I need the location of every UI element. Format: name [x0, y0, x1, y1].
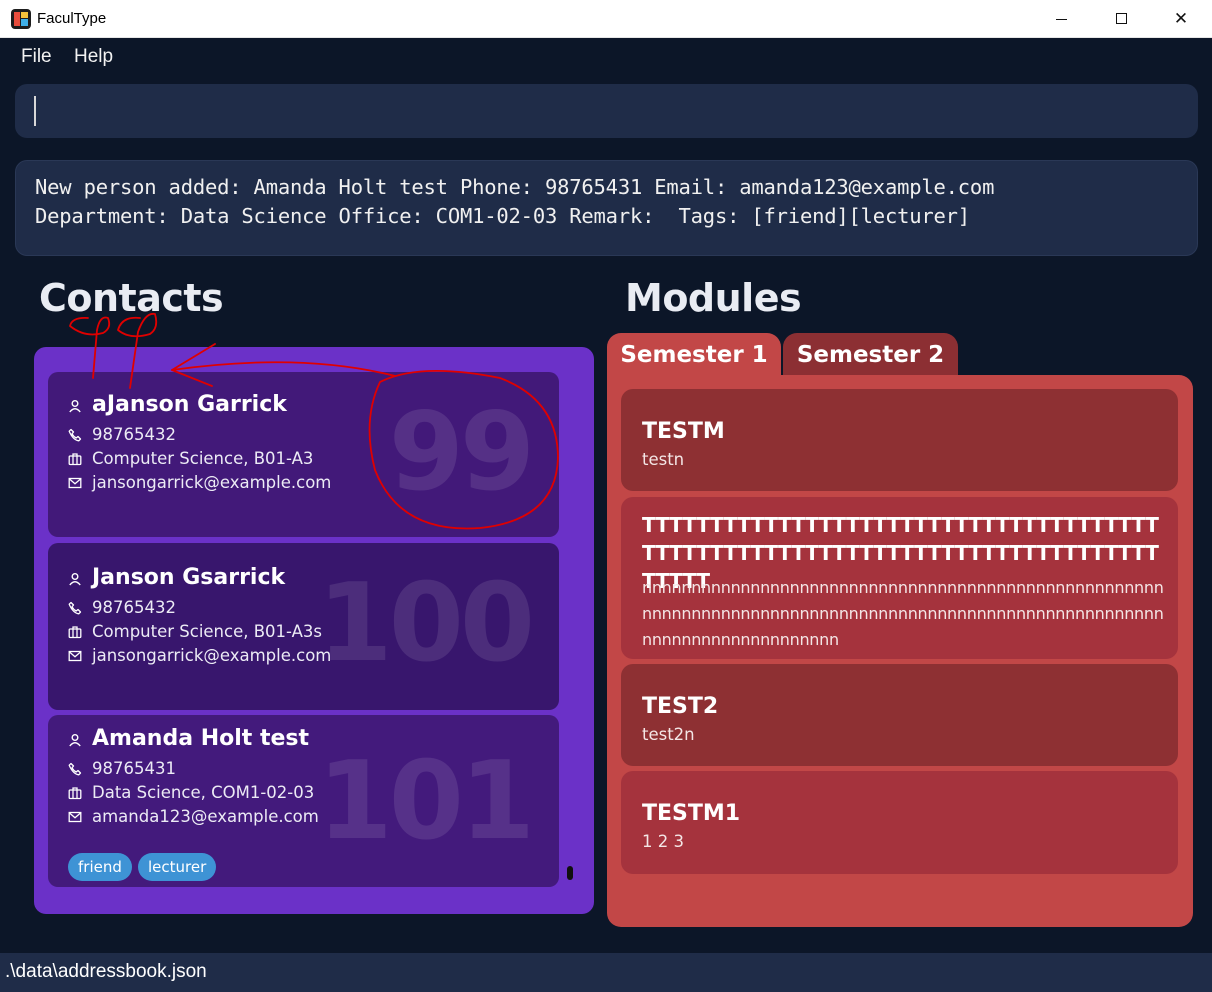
title-bar: FaculType ✕: [0, 0, 1212, 38]
contact-card[interactable]: 99 aJanson Garrick 98765432 Computer Sci…: [48, 372, 559, 537]
contact-office: Data Science, COM1-02-03: [92, 783, 315, 802]
menu-file[interactable]: File: [21, 46, 52, 68]
contact-phone: 98765432: [92, 598, 176, 617]
contact-card[interactable]: 101 Amanda Holt test 98765431 Data Scien…: [48, 715, 559, 887]
tag-badge: friend: [68, 853, 132, 881]
modules-heading: Modules: [625, 276, 802, 320]
contact-name: aJanson Garrick: [92, 392, 287, 417]
contact-index: 99: [388, 390, 535, 515]
contact-email: jansongarrick@example.com: [92, 473, 332, 492]
text-cursor: [34, 96, 36, 126]
mail-icon: [68, 810, 82, 824]
module-card[interactable]: TEST2 test2n: [621, 664, 1178, 766]
window-title: FaculType: [37, 10, 107, 27]
person-icon: [68, 399, 82, 413]
module-code: TEST2: [642, 694, 719, 719]
module-card[interactable]: TESTM1 1 2 3: [621, 771, 1178, 874]
module-description: nnnnnnnnnnnnnnnnnnnnnnnnnnnnnnnnnnnnnnnn…: [642, 578, 1164, 649]
contact-email: jansongarrick@example.com: [92, 646, 332, 665]
briefcase-icon: [68, 625, 82, 639]
contacts-list[interactable]: 99 aJanson Garrick 98765432 Computer Sci…: [34, 347, 594, 914]
maximize-button[interactable]: [1093, 0, 1151, 38]
briefcase-icon: [68, 452, 82, 466]
tab-semester-2[interactable]: Semester 2: [783, 333, 958, 377]
command-input[interactable]: [33, 84, 1183, 138]
contacts-heading: Contacts: [39, 276, 224, 320]
result-line: New person added: Amanda Holt test Phone…: [35, 175, 995, 199]
module-card[interactable]: TTTTTTTTTTTTTTTTTTTTTTTTTTTTTTTTTTTTTTTT…: [621, 497, 1178, 659]
phone-icon: [68, 762, 82, 776]
phone-icon: [68, 428, 82, 442]
mail-icon: [68, 476, 82, 490]
contact-office: Computer Science, B01-A3s: [92, 622, 323, 641]
modules-list[interactable]: TESTM testn TTTTTTTTTTTTTTTTTTTTTTTTTTTT…: [607, 375, 1193, 927]
command-box: [15, 84, 1198, 138]
close-button[interactable]: ✕: [1152, 0, 1210, 38]
contact-phone: 98765431: [92, 759, 176, 778]
contact-name: Janson Gsarrick: [92, 565, 286, 590]
minimize-button[interactable]: [1034, 0, 1092, 38]
module-description: testn: [642, 450, 685, 469]
tab-semester-1[interactable]: Semester 1: [607, 333, 781, 377]
contact-office: Computer Science, B01-A3: [92, 449, 314, 468]
maximize-icon: [1116, 13, 1127, 24]
menu-help[interactable]: Help: [74, 46, 113, 68]
mail-icon: [68, 649, 82, 663]
module-card[interactable]: TESTM testn: [621, 389, 1178, 491]
close-icon: ✕: [1173, 9, 1189, 29]
contact-name: Amanda Holt test: [92, 726, 310, 751]
menu-bar: File Help: [0, 38, 1212, 76]
contact-index: 100: [317, 561, 535, 686]
app-logo-icon: [11, 9, 31, 29]
module-description: 1 2 3: [642, 832, 684, 851]
result-display: New person added: Amanda Holt test Phone…: [15, 160, 1198, 256]
briefcase-icon: [68, 786, 82, 800]
contact-card[interactable]: 100 Janson Gsarrick 98765432 Computer Sc…: [48, 543, 559, 710]
contact-email: amanda123@example.com: [92, 807, 319, 826]
module-description: test2n: [642, 725, 695, 744]
module-code: TESTM: [642, 419, 725, 444]
minimize-icon: [1056, 19, 1067, 20]
status-bar: .\data\addressbook.json: [0, 953, 1212, 992]
person-icon: [68, 572, 82, 586]
contacts-scrollbar[interactable]: [567, 866, 573, 880]
person-icon: [68, 733, 82, 747]
contact-phone: 98765432: [92, 425, 176, 444]
module-code: TESTM1: [642, 801, 741, 826]
result-line: Department: Data Science Office: COM1-02…: [35, 204, 970, 228]
phone-icon: [68, 601, 82, 615]
file-path: .\data\addressbook.json: [5, 961, 207, 982]
contact-index: 101: [317, 739, 535, 864]
tag-badge: lecturer: [138, 853, 217, 881]
